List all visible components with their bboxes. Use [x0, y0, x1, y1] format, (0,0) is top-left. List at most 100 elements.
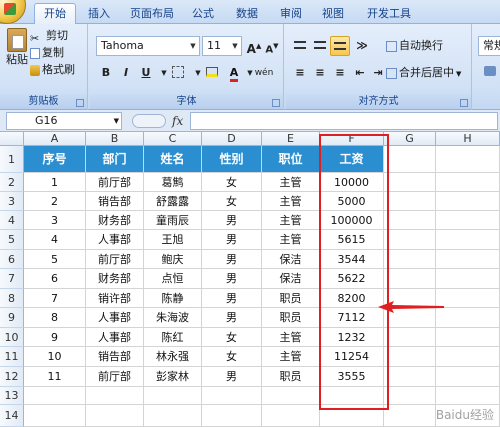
- formula-bar-splitter-icon[interactable]: [132, 114, 166, 128]
- table-cell[interactable]: 主管: [262, 230, 320, 250]
- table-cell[interactable]: 主管: [262, 192, 320, 211]
- column-header[interactable]: A: [24, 132, 86, 146]
- align-top-button[interactable]: [290, 36, 310, 56]
- table-cell[interactable]: 主管: [262, 211, 320, 230]
- table-cell[interactable]: 彭家林: [144, 367, 202, 387]
- grow-font-button[interactable]: A▲: [244, 36, 264, 56]
- fill-color-button[interactable]: [202, 63, 222, 83]
- merge-center-button[interactable]: 合并后居中 ▼: [386, 65, 461, 82]
- grid-cell[interactable]: [436, 269, 500, 289]
- table-cell[interactable]: 销许部: [86, 289, 144, 308]
- grid-cell[interactable]: [144, 405, 202, 427]
- grid-cell[interactable]: [436, 250, 500, 269]
- table-header-cell[interactable]: 职位: [262, 146, 320, 173]
- alignment-launcher-icon[interactable]: [460, 99, 468, 107]
- table-cell[interactable]: 职员: [262, 308, 320, 328]
- grid-cell[interactable]: [320, 405, 384, 427]
- increase-indent-button[interactable]: ⇥: [368, 63, 388, 83]
- grid-cell[interactable]: [436, 192, 500, 211]
- worksheet-grid[interactable]: A B C D E F G H 1 序号 部门 姓名 性别 职位 工资 2 1 前厅部 葛鹪女主管 10000 3 2 销告…: [0, 132, 500, 427]
- table-cell[interactable]: 3: [24, 211, 86, 230]
- table-cell[interactable]: 前厅部: [86, 173, 144, 192]
- grid-cell[interactable]: [436, 173, 500, 192]
- grid-cell[interactable]: [436, 387, 500, 405]
- table-cell[interactable]: 6: [24, 269, 86, 289]
- table-cell[interactable]: 5622: [320, 269, 384, 289]
- format-painter-button[interactable]: 格式刷: [30, 62, 75, 78]
- row-header[interactable]: 12: [0, 367, 24, 387]
- grid-cell[interactable]: [384, 250, 436, 269]
- cut-button[interactable]: ✂ 剪切: [30, 28, 68, 45]
- table-cell[interactable]: 职员: [262, 367, 320, 387]
- table-cell[interactable]: 男: [202, 269, 262, 289]
- phonetic-button[interactable]: wén: [254, 63, 274, 83]
- table-cell[interactable]: 女: [202, 192, 262, 211]
- grid-cell[interactable]: [436, 328, 500, 347]
- grid-cell[interactable]: [384, 192, 436, 211]
- table-cell[interactable]: 财务部: [86, 211, 144, 230]
- table-cell[interactable]: 4: [24, 230, 86, 250]
- grid-cell[interactable]: [436, 211, 500, 230]
- shrink-font-button[interactable]: A▼: [262, 36, 282, 56]
- grid-cell[interactable]: [202, 387, 262, 405]
- table-cell[interactable]: 保洁: [262, 269, 320, 289]
- table-cell[interactable]: 前厅部: [86, 367, 144, 387]
- grid-cell[interactable]: [202, 405, 262, 427]
- grid-cell[interactable]: [384, 211, 436, 230]
- row-header[interactable]: 9: [0, 308, 24, 328]
- grid-cell[interactable]: [384, 269, 436, 289]
- tab-data[interactable]: 数据: [232, 4, 262, 24]
- select-all-corner[interactable]: [0, 132, 24, 146]
- tab-insert[interactable]: 插入: [84, 4, 114, 24]
- table-cell[interactable]: 葛鹪: [144, 173, 202, 192]
- font-name-combo[interactable]: Tahoma ▼: [96, 36, 200, 56]
- paste-button[interactable]: 粘贴: [4, 28, 30, 68]
- grid-cell[interactable]: [262, 405, 320, 427]
- table-cell[interactable]: 男: [202, 308, 262, 328]
- table-cell[interactable]: 11: [24, 367, 86, 387]
- tab-formulas[interactable]: 公式: [188, 4, 218, 24]
- grid-cell[interactable]: [384, 387, 436, 405]
- table-cell[interactable]: 女: [202, 173, 262, 192]
- office-button[interactable]: [0, 0, 26, 24]
- column-header[interactable]: H: [436, 132, 500, 146]
- grid-cell[interactable]: [262, 387, 320, 405]
- table-header-cell[interactable]: 姓名: [144, 146, 202, 173]
- table-cell[interactable]: 7: [24, 289, 86, 308]
- currency-format-button[interactable]: [480, 63, 500, 83]
- align-middle-button[interactable]: [310, 36, 330, 56]
- table-cell[interactable]: 朱海波: [144, 308, 202, 328]
- table-cell[interactable]: 10000: [320, 173, 384, 192]
- row-header[interactable]: 6: [0, 250, 24, 269]
- grid-cell[interactable]: [436, 230, 500, 250]
- table-cell[interactable]: 前厅部: [86, 250, 144, 269]
- table-header-cell[interactable]: 部门: [86, 146, 144, 173]
- tab-home[interactable]: 开始: [34, 3, 76, 25]
- table-cell[interactable]: 童雨辰: [144, 211, 202, 230]
- tab-developer[interactable]: 开发工具: [362, 4, 416, 24]
- row-header[interactable]: 11: [0, 347, 24, 367]
- align-center-button[interactable]: ≡: [310, 63, 330, 83]
- align-right-button[interactable]: ≡: [330, 63, 350, 83]
- table-cell[interactable]: 1: [24, 173, 86, 192]
- table-cell[interactable]: 100000: [320, 211, 384, 230]
- tab-page-layout[interactable]: 页面布局: [124, 4, 180, 24]
- clipboard-launcher-icon[interactable]: [76, 99, 84, 107]
- bold-button[interactable]: B: [96, 63, 116, 83]
- table-cell[interactable]: 5: [24, 250, 86, 269]
- table-cell[interactable]: 2: [24, 192, 86, 211]
- table-cell[interactable]: 人事部: [86, 308, 144, 328]
- underline-button[interactable]: U: [136, 63, 156, 83]
- grid-cell[interactable]: [384, 173, 436, 192]
- orientation-button[interactable]: ≫: [352, 36, 372, 56]
- grid-cell[interactable]: [384, 405, 436, 427]
- table-cell[interactable]: 陈静: [144, 289, 202, 308]
- grid-cell[interactable]: [86, 387, 144, 405]
- table-cell[interactable]: 男: [202, 230, 262, 250]
- grid-cell[interactable]: [384, 367, 436, 387]
- formula-input[interactable]: [190, 112, 498, 130]
- table-cell[interactable]: 女: [202, 328, 262, 347]
- grid-cell[interactable]: [436, 367, 500, 387]
- row-header[interactable]: 8: [0, 289, 24, 308]
- insert-function-icon[interactable]: fx: [172, 114, 183, 128]
